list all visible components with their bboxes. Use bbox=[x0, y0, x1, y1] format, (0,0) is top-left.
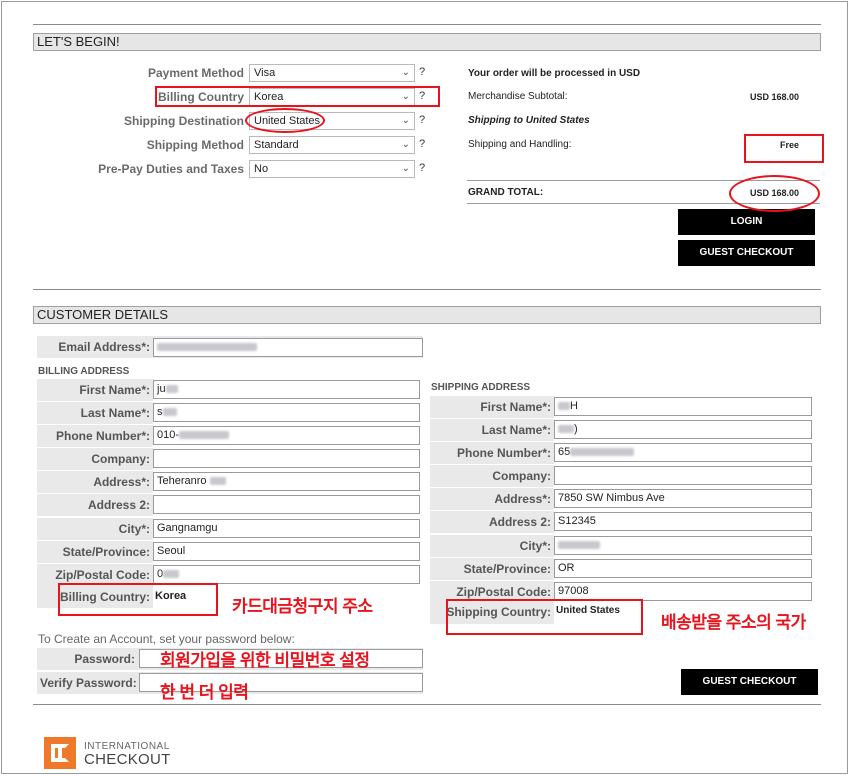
email-label: Email Address*: bbox=[58, 340, 150, 354]
subtotal-label: Merchandise Subtotal: bbox=[468, 91, 568, 102]
subtotal-value: USD 168.00 bbox=[749, 92, 799, 102]
prepay-duties-label: Pre-Pay Duties and Taxes bbox=[98, 162, 244, 176]
billing-phone-input[interactable]: 010- bbox=[153, 426, 420, 445]
billing-last-name-input[interactable]: s bbox=[153, 403, 420, 422]
guest-checkout-button-bottom[interactable]: GUEST CHECKOUT bbox=[681, 669, 818, 695]
shipping-last-name-input[interactable]: ) bbox=[554, 420, 812, 439]
billing-annotation-text: 카드대금청구지 주소 bbox=[232, 597, 373, 616]
payment-method-select[interactable]: Visa ⌄ bbox=[249, 64, 415, 82]
logo-mark-bar bbox=[58, 748, 62, 758]
login-button[interactable]: LOGIN bbox=[678, 209, 815, 235]
shipping-address-input[interactable]: 7850 SW Nimbus Ave bbox=[554, 489, 812, 508]
shipping-method-help[interactable]: ? bbox=[419, 138, 425, 150]
lets-begin-header: LET'S BEGIN! bbox=[33, 33, 821, 51]
verify-password-label: Verify Password: bbox=[40, 676, 137, 690]
shipping-destination-help[interactable]: ? bbox=[419, 114, 425, 126]
password-label: Password: bbox=[74, 652, 135, 666]
shipping-first-name-label: First Name*: bbox=[480, 400, 551, 414]
ic-logo-icon bbox=[44, 737, 76, 769]
password-annotation-text: 회원가입을 위한 비밀번호 설정 bbox=[160, 651, 370, 670]
prepay-duties-help[interactable]: ? bbox=[419, 162, 425, 174]
billing-company-label: Company: bbox=[91, 452, 150, 466]
shipping-city-input[interactable] bbox=[554, 536, 812, 555]
shipping-destination-highlight bbox=[245, 108, 325, 133]
shipping-first-name-input[interactable]: H bbox=[554, 397, 812, 416]
billing-country-highlight bbox=[155, 86, 440, 107]
shipping-company-input[interactable] bbox=[554, 466, 812, 485]
chevron-down-icon: ⌄ bbox=[401, 163, 410, 174]
shipping-state-input[interactable]: OR bbox=[554, 559, 812, 578]
logo-line2: CHECKOUT bbox=[84, 751, 171, 768]
top-rule bbox=[33, 24, 821, 25]
middle-rule bbox=[33, 289, 821, 290]
shipping-to-label: Shipping to United States bbox=[468, 115, 590, 126]
billing-zip-input[interactable]: 0 bbox=[153, 565, 420, 584]
billing-state-label: State/Province: bbox=[62, 545, 150, 559]
shipping-city-label: City*: bbox=[519, 539, 551, 553]
shipping-method-select[interactable]: Standard ⌄ bbox=[249, 136, 415, 154]
customer-details-header: CUSTOMER DETAILS bbox=[33, 306, 821, 324]
chevron-down-icon: ⌄ bbox=[401, 67, 410, 78]
email-input[interactable] bbox=[153, 338, 423, 357]
billing-city-label: City*: bbox=[118, 522, 150, 536]
prepay-duties-select[interactable]: No ⌄ bbox=[249, 160, 415, 178]
billing-address-heading: BILLING ADDRESS bbox=[38, 366, 130, 377]
shipping-address2-label: Address 2: bbox=[488, 515, 551, 529]
billing-last-name-label: Last Name*: bbox=[80, 406, 150, 420]
grand-total-label: GRAND TOTAL: bbox=[468, 187, 544, 198]
billing-phone-label: Phone Number*: bbox=[55, 429, 150, 443]
handling-label: Shipping and Handling: bbox=[468, 139, 572, 150]
shipping-phone-input[interactable]: 65 bbox=[554, 443, 812, 462]
shipping-country-highlight bbox=[446, 599, 643, 635]
chevron-down-icon: ⌄ bbox=[401, 115, 410, 126]
billing-company-input[interactable] bbox=[153, 449, 420, 468]
payment-method-help[interactable]: ? bbox=[419, 66, 425, 78]
billing-first-name-input[interactable]: ju bbox=[153, 380, 420, 399]
billing-address2-label: Address 2: bbox=[87, 498, 150, 512]
handling-highlight bbox=[744, 134, 824, 163]
verify-annotation-text: 한 번 더 입력 bbox=[160, 683, 249, 702]
billing-state-input[interactable]: Seoul bbox=[153, 542, 420, 561]
shipping-method-label: Shipping Method bbox=[146, 138, 244, 152]
billing-address-input[interactable]: Teheranro bbox=[153, 472, 420, 491]
shipping-address2-input[interactable]: S12345 bbox=[554, 512, 812, 531]
shipping-annotation-text: 배송받을 주소의 국가 bbox=[661, 613, 806, 632]
shipping-company-label: Company: bbox=[492, 469, 551, 483]
billing-first-name-label: First Name*: bbox=[79, 383, 150, 397]
shipping-last-name-label: Last Name*: bbox=[481, 423, 551, 437]
currency-note: Your order will be processed in USD bbox=[468, 68, 641, 79]
billing-country-detail-highlight bbox=[58, 583, 218, 616]
billing-city-input[interactable]: Gangnamgu bbox=[153, 519, 420, 538]
billing-address2-input[interactable] bbox=[153, 495, 420, 514]
chevron-down-icon: ⌄ bbox=[401, 139, 410, 150]
guest-checkout-button-top[interactable]: GUEST CHECKOUT bbox=[678, 240, 815, 266]
shipping-address-label: Address*: bbox=[494, 492, 551, 506]
payment-method-label: Payment Method bbox=[147, 66, 244, 80]
bottom-rule bbox=[33, 704, 821, 705]
billing-address-label: Address*: bbox=[93, 475, 150, 489]
shipping-destination-label: Shipping Destination bbox=[124, 114, 244, 128]
shipping-phone-label: Phone Number*: bbox=[456, 446, 551, 460]
shipping-address-heading: SHIPPING ADDRESS bbox=[431, 382, 531, 393]
grand-total-highlight bbox=[729, 175, 820, 212]
account-note: To Create an Account, set your password … bbox=[38, 632, 295, 646]
shipping-state-label: State/Province: bbox=[463, 562, 551, 576]
